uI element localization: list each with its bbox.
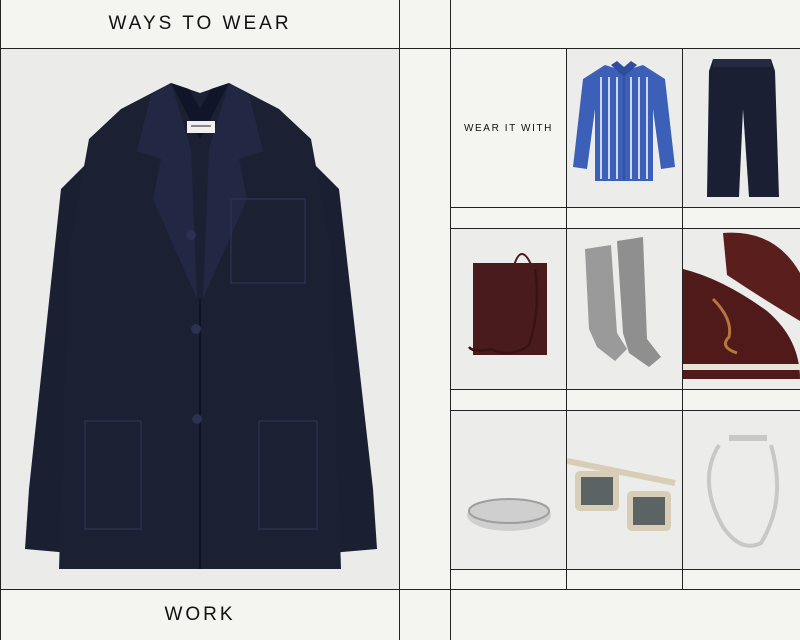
hero-blazer-image[interactable] bbox=[1, 49, 399, 589]
clear-frame-sunglasses-image[interactable] bbox=[567, 411, 682, 569]
rule-row1-bottom bbox=[450, 207, 800, 208]
blazer-illustration bbox=[1, 49, 399, 589]
page-title: WAYS TO WEAR bbox=[108, 13, 292, 34]
rule-row3-top bbox=[450, 410, 800, 411]
shirt-illustration bbox=[567, 49, 682, 207]
rule-col3-left bbox=[682, 48, 683, 589]
rule-hero-right bbox=[399, 0, 400, 640]
burgundy-boat-shoes-image[interactable] bbox=[683, 229, 800, 389]
sunglasses-illustration bbox=[567, 411, 682, 569]
shoes-illustration bbox=[683, 229, 800, 389]
wear-it-with-label: WEAR IT WITH bbox=[463, 122, 553, 134]
rule-left bbox=[0, 0, 1, 640]
rule-bottom bbox=[0, 589, 800, 590]
rule-row2-top bbox=[450, 228, 800, 229]
silver-chain-necklace-image[interactable] bbox=[683, 411, 800, 569]
rule-row3-bottom bbox=[450, 569, 800, 570]
look-title: WORK bbox=[164, 604, 236, 625]
socks-illustration bbox=[567, 229, 682, 389]
necklace-illustration bbox=[683, 411, 800, 569]
silver-textured-ring-image[interactable] bbox=[451, 411, 566, 569]
navy-trousers-image[interactable] bbox=[683, 49, 800, 207]
lookbook-page: WAYS TO WEAR WORK WEAR IT WITH bbox=[0, 0, 800, 640]
rule-top bbox=[0, 48, 800, 49]
grey-ribbed-socks-image[interactable] bbox=[567, 229, 682, 389]
rule-row2-bottom bbox=[450, 389, 800, 390]
blue-striped-shirt-image[interactable] bbox=[567, 49, 682, 207]
bag-illustration bbox=[451, 229, 566, 389]
rule-grid-left bbox=[450, 0, 451, 640]
ring-illustration bbox=[451, 411, 566, 569]
burgundy-crossbody-bag-image[interactable] bbox=[451, 229, 566, 389]
trousers-illustration bbox=[683, 49, 800, 207]
rule-col2-left bbox=[566, 48, 567, 589]
